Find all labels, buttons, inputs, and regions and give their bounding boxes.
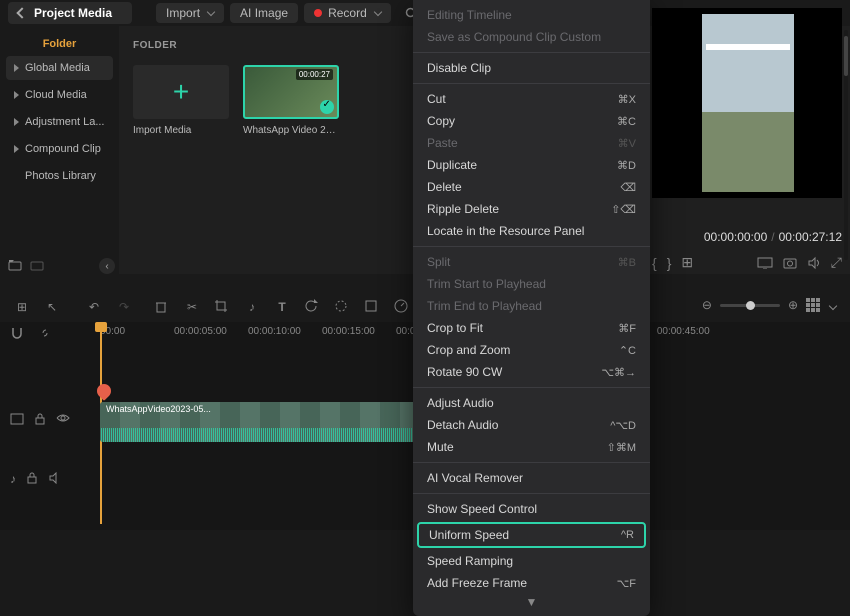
thumbnail-menu-chevron[interactable]	[828, 298, 836, 312]
preview-frame	[702, 14, 794, 192]
link-icon[interactable]	[38, 326, 52, 340]
thumbnail-grid-icon[interactable]	[806, 298, 820, 312]
timecode-current: 00:00:00:00	[704, 230, 767, 244]
scrollbar[interactable]	[844, 30, 848, 260]
menu-item-ripple-delete[interactable]: Ripple Delete⇧⌫	[413, 198, 650, 220]
fullscreen-icon[interactable]: ⤢	[831, 254, 842, 271]
sidebar-item-global-media[interactable]: Global Media	[6, 56, 113, 80]
lock-icon[interactable]	[26, 472, 38, 484]
crop-icon[interactable]	[214, 299, 230, 315]
menu-item-show-speed-control[interactable]: Show Speed Control	[413, 498, 650, 520]
video-track-icon	[10, 413, 24, 425]
record-button[interactable]: Record	[304, 3, 391, 23]
project-media-button[interactable]: Project Media	[8, 2, 132, 24]
ai-image-button[interactable]: AI Image	[230, 3, 298, 23]
display-icon[interactable]	[757, 257, 773, 269]
lock-icon[interactable]	[34, 413, 46, 425]
mute-icon[interactable]	[48, 472, 62, 484]
menu-item-locate-in-the-resource-panel[interactable]: Locate in the Resource Panel	[413, 220, 650, 242]
chevron-right-icon	[14, 145, 19, 153]
snapshot-icon[interactable]	[783, 256, 797, 270]
waveform	[100, 428, 440, 442]
menu-item-adjust-audio[interactable]: Adjust Audio	[413, 392, 650, 414]
folder-tab[interactable]: Folder	[6, 32, 113, 56]
timeline-clip[interactable]: WhatsAppVideo2023-05...	[100, 402, 440, 442]
import-media-label: Import Media	[133, 125, 229, 136]
sidebar-item-cloud-media[interactable]: Cloud Media	[6, 83, 113, 107]
menu-item-trim-end-to-playhead: Trim End to Playhead	[413, 295, 650, 317]
color-icon[interactable]	[334, 299, 350, 315]
ruler-mark: 00:00:45:00	[657, 326, 710, 337]
media-clip-tile[interactable]: 00:00:27 WhatsApp Video 202...	[243, 65, 339, 136]
undo-icon[interactable]: ↶	[86, 299, 102, 315]
sidebar-item-compound-clip[interactable]: Compound Clip	[6, 137, 113, 161]
import-button[interactable]: Import	[156, 3, 224, 23]
record-icon	[314, 9, 322, 17]
delete-icon[interactable]	[154, 299, 170, 315]
redo-icon[interactable]: ↷	[116, 299, 132, 315]
menu-item-ai-vocal-remover[interactable]: AI Vocal Remover	[413, 467, 650, 489]
menu-item-delete[interactable]: Delete⌫	[413, 176, 650, 198]
context-menu: Editing TimelineSave as Compound Clip Cu…	[413, 0, 650, 616]
menu-item-rotate-90-cw[interactable]: Rotate 90 CW⌥⌘→	[413, 361, 650, 383]
menu-item-trim-start-to-playhead: Trim Start to Playhead	[413, 273, 650, 295]
volume-icon[interactable]	[807, 256, 821, 270]
refresh-icon[interactable]	[304, 299, 320, 315]
timecode-total: 00:00:27:12	[779, 230, 842, 244]
menu-item-cut[interactable]: Cut⌘X	[413, 88, 650, 110]
import-media-tile[interactable]: + Import Media	[133, 65, 229, 136]
chevron-right-icon	[14, 118, 19, 126]
speed-icon[interactable]	[394, 299, 410, 315]
panel-toggle-icon[interactable]: ⊞	[14, 299, 30, 315]
sidebar-item-adjustment-layer[interactable]: Adjustment La...	[6, 110, 113, 134]
plus-icon: +	[173, 76, 189, 108]
collapse-sidebar-button[interactable]: ‹	[99, 258, 115, 274]
menu-item-detach-audio[interactable]: Detach Audio^⌥D	[413, 414, 650, 436]
marker-in-icon[interactable]: {	[652, 255, 657, 271]
text-icon[interactable]: T	[274, 299, 290, 315]
clip-duration: 00:00:27	[296, 69, 333, 80]
menu-item-mute[interactable]: Mute⇧⌘M	[413, 436, 650, 458]
menu-item-editing-timeline: Editing Timeline	[413, 4, 650, 26]
cut-icon[interactable]: ✂	[184, 299, 200, 315]
menu-item-uniform-speed[interactable]: Uniform Speed^R	[417, 522, 646, 548]
audio-marker-icon[interactable]	[94, 381, 114, 401]
new-folder-plus-icon[interactable]	[30, 259, 44, 271]
menu-item-add-freeze-frame[interactable]: Add Freeze Frame⌥F	[413, 572, 650, 594]
sidebar-item-photos-library[interactable]: Photos Library	[6, 164, 113, 188]
cursor-icon[interactable]: ↖	[44, 299, 60, 315]
menu-item-save-as-compound-clip-custom: Save as Compound Clip Custom	[413, 26, 650, 48]
zoom-out-icon[interactable]: ⊖	[702, 298, 712, 312]
magnet-icon[interactable]	[10, 326, 24, 340]
zoom-in-icon[interactable]: ⊕	[788, 298, 798, 312]
menu-item-copy[interactable]: Copy⌘C	[413, 110, 650, 132]
chevron-right-icon	[14, 91, 19, 99]
chevron-right-icon	[14, 64, 19, 72]
mask-icon[interactable]	[364, 299, 380, 315]
preview-viewer[interactable]	[652, 8, 842, 198]
audio-edit-icon[interactable]: ♪	[244, 299, 260, 315]
menu-item-speed-ramping[interactable]: Speed Ramping	[413, 550, 650, 572]
visibility-icon[interactable]	[56, 413, 70, 423]
menu-item-disable-clip[interactable]: Disable Clip	[413, 57, 650, 79]
project-media-label: Project Media	[34, 6, 112, 20]
menu-item-crop-and-zoom[interactable]: Crop and Zoom⌃C	[413, 339, 650, 361]
new-folder-icon[interactable]	[8, 259, 22, 271]
check-icon	[320, 100, 334, 114]
clip-label: WhatsAppVideo2023-05...	[106, 404, 211, 414]
menu-item-crop-to-fit[interactable]: Crop to Fit⌘F	[413, 317, 650, 339]
clip-name: WhatsApp Video 202...	[243, 125, 339, 136]
menu-item-duplicate[interactable]: Duplicate⌘D	[413, 154, 650, 176]
menu-item-split: Split⌘B	[413, 251, 650, 273]
marker-out-icon[interactable]: }	[667, 255, 672, 271]
zoom-slider[interactable]	[720, 304, 780, 307]
audio-track-icon: ♪	[10, 472, 16, 486]
menu-item-paste: Paste⌘V	[413, 132, 650, 154]
menu-more-chevron[interactable]: ▼	[413, 594, 650, 612]
ratio-icon[interactable]: ⊞	[681, 254, 693, 271]
